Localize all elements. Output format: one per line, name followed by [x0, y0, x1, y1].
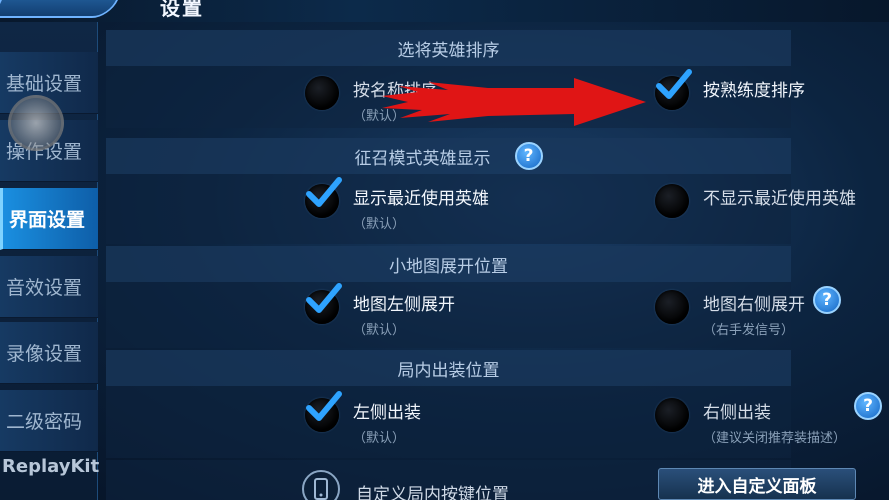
option-minimap-left[interactable]: 地图左侧展开 （默认）	[305, 283, 455, 338]
check-icon	[306, 177, 342, 207]
radio-hide-recent-heroes[interactable]	[655, 184, 689, 218]
section-header-minimap: 小地图展开位置	[106, 246, 791, 282]
radio-sort-by-name[interactable]	[305, 76, 339, 110]
page-title: 设置	[160, 0, 204, 20]
sidebar-item-label: 基础设置	[6, 73, 83, 95]
radio-show-recent-heroes[interactable]	[305, 177, 342, 218]
option-minimap-right[interactable]: 地图右侧展开 （右手发信号） ?	[655, 286, 841, 338]
section-title: 选将英雄排序	[397, 40, 500, 61]
check-icon	[306, 283, 342, 313]
option-label: 左侧出装	[353, 403, 421, 423]
option-sub-label: （右手发信号）	[703, 323, 795, 338]
option-show-recent-heroes[interactable]: 显示最近使用英雄 （默认）	[305, 177, 489, 232]
section-header-recruit-display: 征召模式英雄显示 ?	[106, 138, 791, 174]
sidebar-item-label: 界面设置	[9, 209, 86, 231]
option-sub-label: （默认）	[353, 323, 406, 338]
sidebar-item-label: 二级密码	[6, 411, 83, 433]
option-sub-label: （默认）	[353, 217, 406, 232]
red-arrow-icon	[382, 78, 646, 126]
section-title: 小地图展开位置	[389, 256, 508, 277]
help-icon[interactable]: ?	[514, 142, 543, 170]
assistive-touch-button[interactable]	[8, 95, 64, 151]
section-title: 局内出装位置	[397, 360, 500, 381]
section-header-hero-sort: 选将英雄排序	[106, 30, 791, 66]
radio-minimap-right[interactable]	[655, 290, 689, 324]
radio-equip-left[interactable]	[305, 391, 342, 432]
sidebar-item-sound-settings[interactable]: 音效设置	[0, 256, 98, 318]
replaykit-label[interactable]: ReplayKit	[0, 456, 99, 477]
section-header-equip: 局内出装位置	[106, 350, 791, 386]
radio-minimap-left[interactable]	[305, 283, 342, 324]
top-bar: 设置	[0, 0, 889, 22]
sidebar-item-label: 音效设置	[6, 277, 83, 299]
back-button[interactable]	[0, 0, 127, 18]
option-label: 右侧出装	[703, 403, 771, 423]
help-icon[interactable]: ?	[854, 392, 883, 420]
enter-custom-panel-button[interactable]: 进入自定义面板	[658, 468, 856, 500]
option-equip-right[interactable]: 右侧出装 （建议关闭推荐装描述） ?	[655, 392, 883, 446]
option-label: 地图右侧展开	[703, 295, 805, 315]
help-icon[interactable]: ?	[813, 286, 841, 314]
option-hide-recent-heroes[interactable]: 不显示最近使用英雄	[655, 184, 856, 218]
sidebar-item-replay-settings[interactable]: 录像设置	[0, 322, 98, 384]
option-sort-by-proficiency[interactable]: 按熟练度排序	[655, 69, 805, 110]
phone-icon	[302, 470, 340, 500]
sidebar: 基础设置 操作设置 界面设置 音效设置 录像设置 二级密码	[0, 22, 98, 500]
sidebar-item-interface-settings[interactable]: 界面设置	[0, 188, 98, 250]
option-equip-left[interactable]: 左侧出装 （默认）	[305, 391, 421, 446]
radio-sort-by-proficiency[interactable]	[655, 69, 692, 110]
option-label: 不显示最近使用英雄	[703, 189, 856, 209]
option-sub-label: （默认）	[353, 431, 406, 446]
option-sub-label: （建议关闭推荐装描述）	[703, 431, 847, 446]
section-title: 征召模式英雄显示	[354, 148, 491, 169]
custom-keys-label: 自定义局内按键位置	[356, 485, 509, 500]
option-label: 地图左侧展开	[353, 295, 455, 315]
sidebar-item-secondary-password[interactable]: 二级密码	[0, 390, 98, 452]
radio-equip-right[interactable]	[655, 398, 689, 432]
check-icon	[306, 391, 342, 421]
option-label: 显示最近使用英雄	[353, 189, 489, 209]
check-icon	[656, 69, 692, 99]
option-label: 按熟练度排序	[703, 81, 805, 101]
sidebar-item-label: 录像设置	[6, 343, 83, 365]
